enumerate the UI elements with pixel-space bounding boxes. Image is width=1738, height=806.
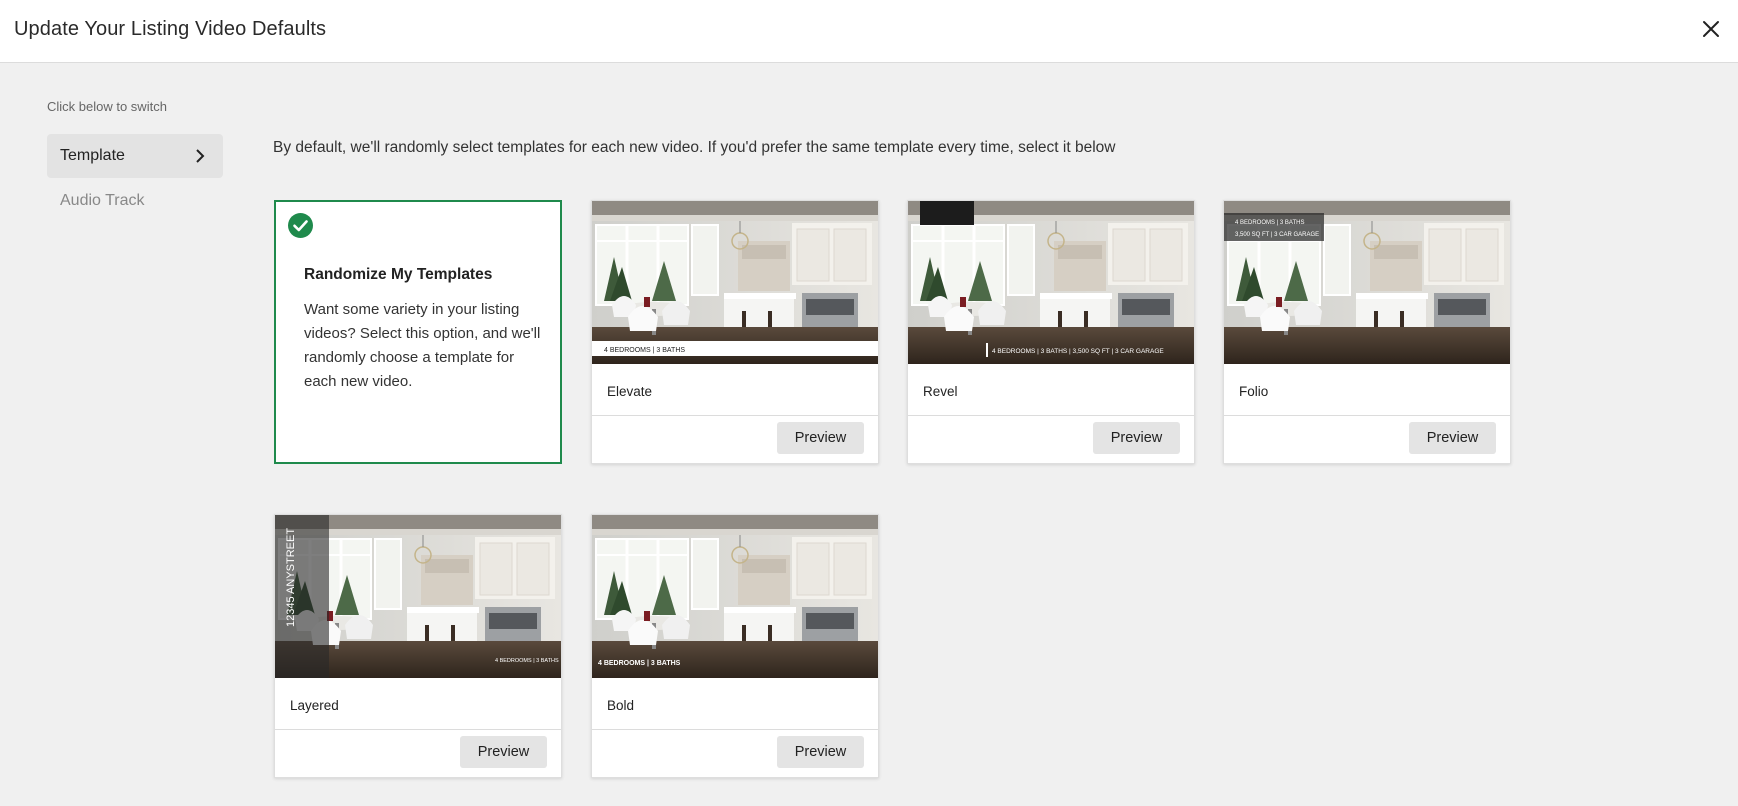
template-name: Elevate xyxy=(607,384,653,399)
intro-text: By default, we'll randomly select templa… xyxy=(273,139,1116,156)
thumbnail-overlay-text: 4 BEDROOMS | 3 BATHS xyxy=(1235,220,1304,226)
card-divider xyxy=(592,729,878,730)
thumbnail-overlay-text: 4 BEDROOMS | 3 BATHS xyxy=(604,347,685,354)
sidebar-item-label: Template xyxy=(60,147,125,164)
chevron-right-icon xyxy=(196,149,205,163)
preview-button-revel[interactable]: Preview xyxy=(1093,422,1180,454)
thumbnail-overlay-text: 4 BEDROOMS | 3 BATHS xyxy=(598,660,681,667)
template-card-revel[interactable]: 4 BEDROOMS | 3 BATHS | 3,500 SQ FT | 3 C… xyxy=(907,200,1195,464)
card-divider xyxy=(908,415,1194,416)
card-divider xyxy=(275,729,561,730)
card-divider xyxy=(592,415,878,416)
close-button[interactable] xyxy=(1698,16,1724,42)
template-name: Revel xyxy=(923,384,958,399)
sidebar-item-template[interactable]: Template xyxy=(47,134,223,178)
template-thumbnail: 4 BEDROOMS | 3 BATHS xyxy=(592,201,878,364)
template-name: Bold xyxy=(607,698,635,713)
template-card-layered[interactable]: 12345 ANYSTREET 4 BEDROOMS | 3 BATHS Lay… xyxy=(274,514,562,778)
thumbnail-overlay-text: 3,500 SQ FT | 3 CAR GARAGE xyxy=(1235,232,1319,238)
sidebar-hint: Click below to switch xyxy=(47,99,167,114)
thumbnail-overlay-text: 4 BEDROOMS | 3 BATHS | 3,500 SQ FT | 3 C… xyxy=(992,348,1164,355)
preview-button-bold[interactable]: Preview xyxy=(777,736,864,768)
check-circle-icon xyxy=(288,213,313,238)
dialog-header: Update Your Listing Video Defaults xyxy=(0,0,1738,63)
template-thumbnail: 4 BEDROOMS | 3 BATHS | 3,500 SQ FT | 3 C… xyxy=(908,201,1194,364)
sidebar-item-audio-track[interactable]: Audio Track xyxy=(47,179,223,223)
template-thumbnail: 12345 ANYSTREET 4 BEDROOMS | 3 BATHS xyxy=(275,515,561,678)
template-card-elevate[interactable]: 4 BEDROOMS | 3 BATHS Elevate Preview xyxy=(591,200,879,464)
close-icon xyxy=(1703,21,1719,37)
randomize-description: Want some variety in your listing videos… xyxy=(304,301,541,390)
template-card-folio[interactable]: 4 BEDROOMS | 3 BATHS 3,500 SQ FT | 3 CAR… xyxy=(1223,200,1511,464)
thumbnail-overlay-text: 12345 ANYSTREET xyxy=(285,528,297,627)
template-thumbnail: 4 BEDROOMS | 3 BATHS xyxy=(592,515,878,678)
template-name: Folio xyxy=(1239,384,1269,399)
preview-button-elevate[interactable]: Preview xyxy=(777,422,864,454)
template-card-bold[interactable]: 4 BEDROOMS | 3 BATHS Bold Preview xyxy=(591,514,879,778)
card-divider xyxy=(1224,415,1510,416)
preview-button-layered[interactable]: Preview xyxy=(460,736,547,768)
randomize-title: Randomize My Templates xyxy=(304,266,493,283)
sidebar-item-label: Audio Track xyxy=(60,192,145,209)
randomize-templates-card[interactable]: Randomize My Templates Want some variety… xyxy=(274,200,562,464)
preview-button-folio[interactable]: Preview xyxy=(1409,422,1496,454)
template-thumbnail: 4 BEDROOMS | 3 BATHS 3,500 SQ FT | 3 CAR… xyxy=(1224,201,1510,364)
template-name: Layered xyxy=(290,698,339,713)
dialog-title: Update Your Listing Video Defaults xyxy=(14,18,327,40)
thumbnail-overlay-text: 4 BEDROOMS | 3 BATHS xyxy=(495,658,559,664)
